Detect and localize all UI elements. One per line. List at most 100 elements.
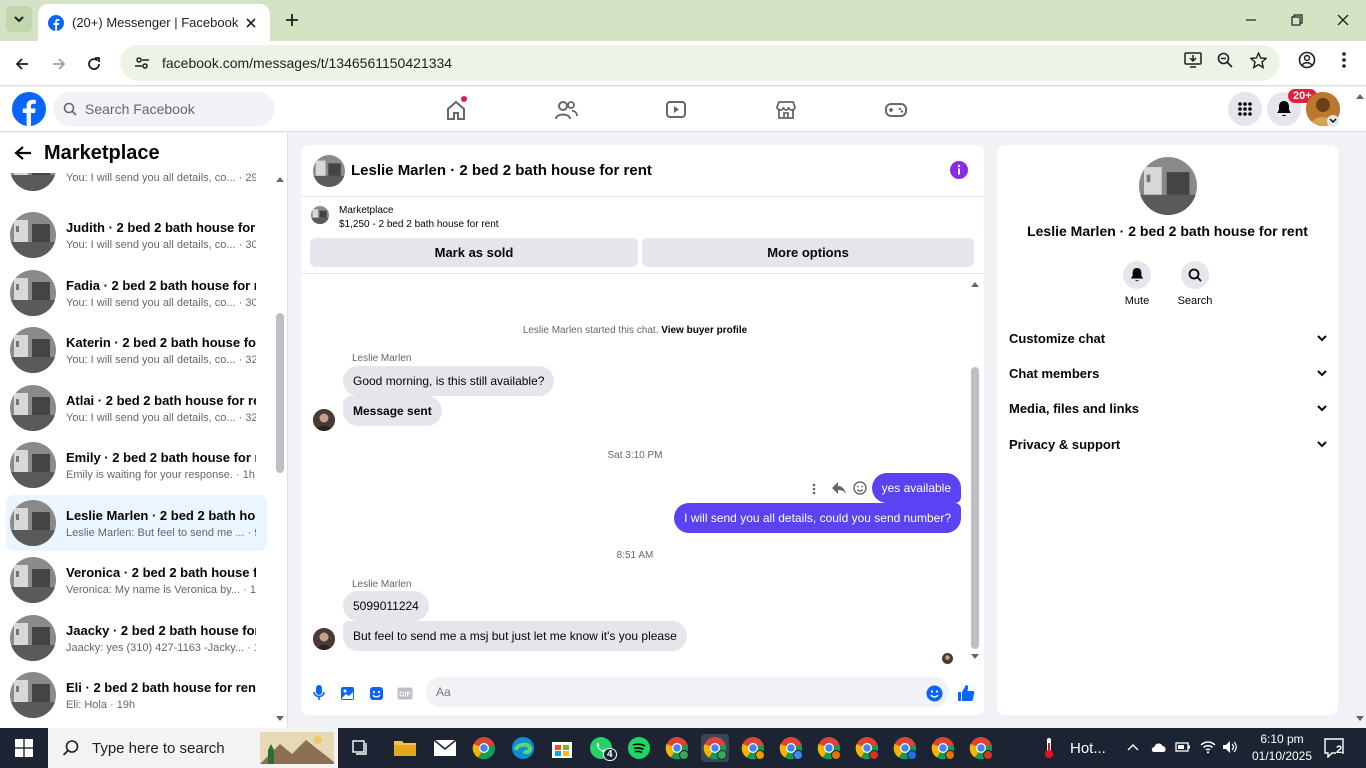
details-section-row[interactable]: Chat members	[1009, 358, 1327, 388]
tab-search-dropdown[interactable]	[6, 6, 32, 32]
nav-home[interactable]	[441, 95, 471, 125]
close-window-button[interactable]	[1320, 8, 1366, 32]
page-scroll-up-icon[interactable]	[1354, 91, 1366, 101]
mark-as-sold-button[interactable]: Mark as sold	[310, 238, 638, 267]
edge-icon[interactable]	[509, 734, 537, 762]
sidebar-scrollbar[interactable]	[276, 313, 284, 473]
chat-title[interactable]: Leslie Marlen · 2 bed 2 bath house for r…	[351, 162, 652, 179]
sender-avatar[interactable]	[313, 409, 335, 431]
chat-scrollbar[interactable]	[971, 367, 979, 649]
zoom-icon[interactable]	[1214, 49, 1236, 71]
back-button[interactable]	[9, 51, 35, 77]
chrome-profile-icon[interactable]	[739, 734, 767, 762]
incoming-message[interactable]: Message sent	[343, 396, 442, 426]
back-arrow-icon[interactable]	[14, 145, 32, 161]
store-icon[interactable]	[548, 734, 576, 762]
listing-thumbnail[interactable]	[311, 206, 329, 224]
conversation-item[interactable]: Veronica · 2 bed 2 bath house f... Veroni…	[6, 552, 267, 608]
kebab-menu-icon[interactable]	[1333, 49, 1355, 71]
scroll-down-icon[interactable]	[275, 715, 285, 723]
browser-tab-messenger[interactable]: (20+) Messenger | Facebook	[38, 4, 270, 41]
reload-button[interactable]	[81, 51, 107, 77]
account-chevron-icon[interactable]	[1327, 115, 1339, 127]
react-icon[interactable]	[853, 481, 867, 495]
conversation-item[interactable]: Fadia · 2 bed 2 bath house for r... You: …	[6, 265, 267, 321]
details-section-row[interactable]: Customize chat	[1009, 323, 1327, 353]
emoji-icon[interactable]	[924, 683, 944, 703]
conversation-item[interactable]: Emily · 2 bed 2 bath house for r... Emily…	[6, 437, 267, 493]
listing-title[interactable]: $1,250 - 2 bed 2 bath house for rent	[339, 219, 499, 230]
conversation-item[interactable]: Judith · 2 bed 2 bath house for ... You: …	[6, 207, 267, 263]
weather-text[interactable]: Hot...	[1070, 740, 1106, 757]
tray-chevron-up-icon[interactable]	[1127, 743, 1139, 751]
incoming-message[interactable]: Good morning, is this still available?	[343, 366, 555, 396]
chrome-profile-icon[interactable]	[701, 734, 729, 762]
forward-button[interactable]	[46, 51, 72, 77]
notification-center-button[interactable]: 2	[1324, 738, 1346, 758]
address-bar[interactable]: facebook.com/messages/t/1346561150421334	[120, 45, 1280, 81]
incoming-message[interactable]: 5099011224	[343, 591, 429, 621]
conversation-item[interactable]: Atlai · 2 bed 2 bath house for rent You: …	[6, 380, 267, 436]
volume-icon[interactable]	[1222, 740, 1238, 754]
chrome-icon[interactable]	[470, 734, 498, 762]
like-send-icon[interactable]	[956, 683, 976, 703]
facebook-search-input[interactable]: Search Facebook	[53, 92, 275, 126]
new-tab-button[interactable]	[282, 10, 302, 30]
clock-time[interactable]: 6:10 pm	[1250, 732, 1314, 746]
install-app-icon[interactable]	[1182, 49, 1204, 71]
chat-thumbnail[interactable]	[313, 154, 345, 187]
details-section-row[interactable]: Privacy & support	[1009, 429, 1327, 459]
mute-button[interactable]: Mute	[1112, 261, 1162, 307]
weather-icon[interactable]	[1035, 734, 1063, 762]
start-button[interactable]	[0, 728, 48, 768]
onedrive-cloud-icon[interactable]	[1150, 741, 1168, 753]
nav-video[interactable]	[661, 95, 691, 125]
facebook-logo[interactable]	[12, 92, 46, 126]
outgoing-message[interactable]: I will send you all details, could you s…	[674, 503, 961, 533]
reply-icon[interactable]	[831, 481, 847, 495]
chrome-profile-icon[interactable]	[815, 734, 843, 762]
chrome-profile-icon[interactable]	[853, 734, 881, 762]
conversation-item[interactable]: Katerin · 2 bed 2 bath house for... You: …	[6, 322, 267, 378]
profile-icon[interactable]	[1296, 49, 1318, 71]
conversation-item[interactable]: Jaacky · 2 bed 2 bath house for ... Jaack…	[6, 610, 267, 666]
taskbar-search[interactable]: Type here to search	[48, 728, 338, 768]
chat-scroll-up-icon[interactable]	[970, 280, 980, 288]
more-actions-icon[interactable]	[812, 483, 816, 495]
view-buyer-profile-link[interactable]: View buyer profile	[661, 325, 747, 336]
gif-icon[interactable]: GIF	[395, 683, 415, 703]
menu-button[interactable]	[1228, 92, 1262, 126]
page-scroll-down-icon[interactable]	[1354, 714, 1366, 724]
conversation-item[interactable]: Leslie Marlen · 2 bed 2 bath ho... Leslie…	[6, 495, 267, 551]
incoming-message[interactable]: But feel to send me a msj but just let m…	[343, 621, 687, 651]
conversation-item[interactable]: Eli · 2 bed 2 bath house for rent Eli: Ho…	[6, 667, 267, 723]
search-in-chat-button[interactable]: Search	[1170, 261, 1220, 307]
clock-date[interactable]: 01/10/2025	[1250, 749, 1314, 763]
voice-clip-icon[interactable]	[309, 683, 329, 703]
photo-attach-icon[interactable]	[337, 683, 357, 703]
chrome-profile-icon[interactable]	[891, 734, 919, 762]
nav-marketplace[interactable]	[771, 95, 801, 125]
listing-photo[interactable]	[1139, 157, 1197, 215]
nav-friends[interactable]	[551, 95, 581, 125]
minimize-button[interactable]	[1228, 8, 1274, 32]
chrome-profile-icon[interactable]	[967, 734, 995, 762]
chrome-profile-icon[interactable]	[663, 734, 691, 762]
sticker-icon[interactable]	[366, 683, 386, 703]
restore-button[interactable]	[1274, 8, 1320, 32]
bookmark-star-icon[interactable]	[1247, 49, 1269, 71]
mail-icon[interactable]	[431, 734, 459, 762]
message-input[interactable]	[426, 677, 949, 707]
battery-icon[interactable]	[1175, 741, 1191, 753]
spotify-icon[interactable]	[625, 734, 653, 762]
wifi-icon[interactable]	[1200, 740, 1216, 754]
file-explorer-icon[interactable]	[391, 734, 419, 762]
task-view-icon[interactable]	[347, 734, 375, 762]
chrome-profile-icon[interactable]	[777, 734, 805, 762]
chrome-profile-icon[interactable]	[929, 734, 957, 762]
site-settings-icon[interactable]	[134, 55, 150, 71]
close-tab-icon[interactable]	[242, 14, 260, 32]
info-icon[interactable]	[950, 161, 968, 179]
outgoing-message[interactable]: yes available	[871, 473, 961, 503]
chat-scroll-down-icon[interactable]	[970, 653, 980, 661]
